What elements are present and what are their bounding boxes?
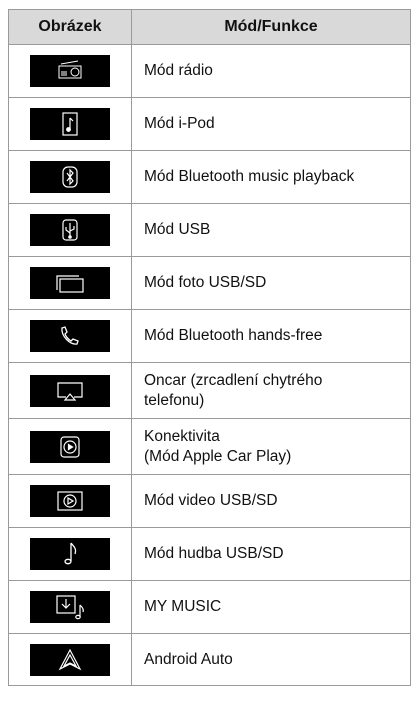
mode-function-table: Obrázek Mód/Funkce Mód rádio Mód i-Pod M… xyxy=(8,9,411,686)
table-row: Konektivita (Mód Apple Car Play) xyxy=(8,418,411,475)
table-header-row: Obrázek Mód/Funkce xyxy=(8,9,411,45)
header-mode-function: Mód/Funkce xyxy=(131,9,411,45)
video-icon xyxy=(30,485,110,517)
table-row: Mód i-Pod xyxy=(8,97,411,151)
row-label-line-1: Oncar (zrcadlení chytrého xyxy=(144,371,323,389)
table-row: Mód hudba USB/SD xyxy=(8,527,411,581)
row-label: Mód foto USB/SD xyxy=(131,256,411,310)
radio-icon xyxy=(30,55,110,87)
table-row: MY MUSIC xyxy=(8,580,411,634)
row-label: MY MUSIC xyxy=(131,580,411,634)
row-label: Oncar (zrcadlení chytrého telefonu) xyxy=(131,362,411,419)
row-label: Android Auto xyxy=(131,633,411,686)
screen-mirror-icon xyxy=(30,374,110,407)
page: Obrázek Mód/Funkce Mód rádio Mód i-Pod M… xyxy=(8,9,411,686)
table-row: Mód Bluetooth hands-free xyxy=(8,309,411,363)
row-label-line-2: (Mód Apple Car Play) xyxy=(144,447,292,465)
row-label: Mód video USB/SD xyxy=(131,474,411,528)
apple-carplay-icon xyxy=(30,430,110,463)
row-label-line-1: Konektivita xyxy=(144,427,220,445)
android-auto-icon xyxy=(30,643,110,676)
usb-icon xyxy=(30,214,110,246)
table-row: Oncar (zrcadlení chytrého telefonu) xyxy=(8,362,411,419)
row-label: Mód Bluetooth hands-free xyxy=(131,309,411,363)
row-label: Mód i-Pod xyxy=(131,97,411,151)
row-label: Mód USB xyxy=(131,203,411,257)
table-row: Mód USB xyxy=(8,203,411,257)
row-label: Konektivita (Mód Apple Car Play) xyxy=(131,418,411,475)
photo-icon xyxy=(30,267,110,299)
table-row: Mód Bluetooth music playback xyxy=(8,150,411,204)
header-image: Obrázek xyxy=(8,9,132,45)
table-row: Mód rádio xyxy=(8,44,411,98)
table-row: Mód foto USB/SD xyxy=(8,256,411,310)
row-label-line-2: telefonu) xyxy=(144,391,205,409)
table-row: Android Auto xyxy=(8,633,411,686)
row-label: Mód hudba USB/SD xyxy=(131,527,411,581)
ipod-icon xyxy=(30,108,110,140)
table-row: Mód video USB/SD xyxy=(8,474,411,528)
bluetooth-icon xyxy=(30,161,110,193)
phone-icon xyxy=(30,320,110,352)
row-label: Mód Bluetooth music playback xyxy=(131,150,411,204)
row-label: Mód rádio xyxy=(131,44,411,98)
music-note-icon xyxy=(30,538,110,570)
my-music-icon xyxy=(30,591,110,623)
